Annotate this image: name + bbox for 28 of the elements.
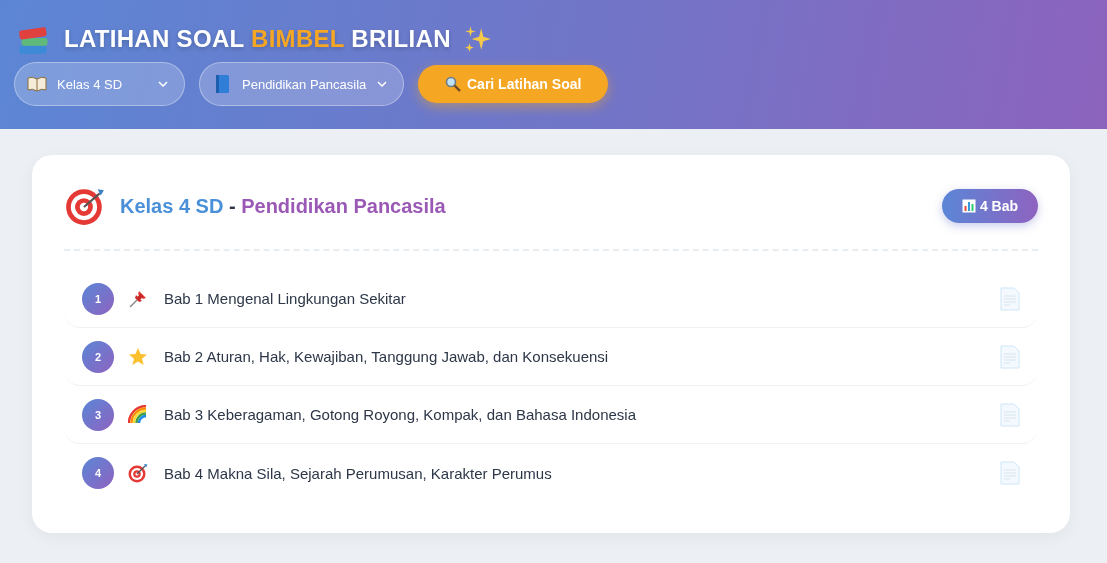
chapter-item[interactable]: 1 Bab 1 Mengenal Lingkungan Sekitar	[64, 270, 1038, 328]
chapter-item[interactable]: 4 Bab 4 Makna Sila, Sejarah Perumusan, Karakter Perumus	[64, 444, 1038, 502]
chapter-item[interactable]: 2 Bab 2 Aturan, Hak, Kewajiban, Tanggung Jawab, dan Konsekuensi	[64, 328, 1038, 386]
chevron-down-icon	[158, 81, 168, 87]
document-icon	[1000, 461, 1020, 485]
chapter-number: 3	[82, 398, 114, 431]
chapter-item[interactable]: 3 Bab 3 Keberagaman, Gotong Royong, Kompak, dan Bahasa Indonesia	[64, 386, 1038, 444]
page-title: LATIHAN SOAL BIMBEL BRILIAN	[64, 25, 451, 53]
search-icon	[445, 76, 461, 92]
document-icon	[1000, 344, 1020, 369]
target-icon	[128, 463, 148, 483]
chapter-number: 2	[82, 340, 114, 373]
document-icon	[1000, 286, 1020, 311]
open-book-icon	[27, 74, 47, 94]
card-title: Kelas 4 SD - Pendidikan Pancasila	[120, 194, 447, 218]
pushpin-icon	[128, 288, 148, 309]
chapter-number: 1	[82, 282, 114, 315]
rainbow-icon	[128, 404, 148, 425]
chapter-count-badge: 4 Bab	[941, 189, 1038, 223]
chapter-number: 4	[82, 457, 114, 489]
document-icon	[1000, 402, 1020, 427]
star-icon	[128, 346, 148, 367]
chapter-title: Bab 2 Aturan, Hak, Kewajiban, Tanggung Jawab, dan Konsekuensi	[164, 348, 610, 365]
bar-chart-icon	[961, 199, 976, 213]
chapter-title: Bab 4 Makna Sila, Sejarah Perumusan, Karakter Perumus	[164, 464, 553, 482]
chapter-title: Bab 1 Mengenal Lingkungan Sekitar	[164, 290, 407, 307]
chevron-down-icon	[377, 81, 387, 87]
chapter-title: Bab 3 Keberagaman, Gotong Royong, Kompak, dan Bahasa Indonesia	[164, 406, 637, 423]
